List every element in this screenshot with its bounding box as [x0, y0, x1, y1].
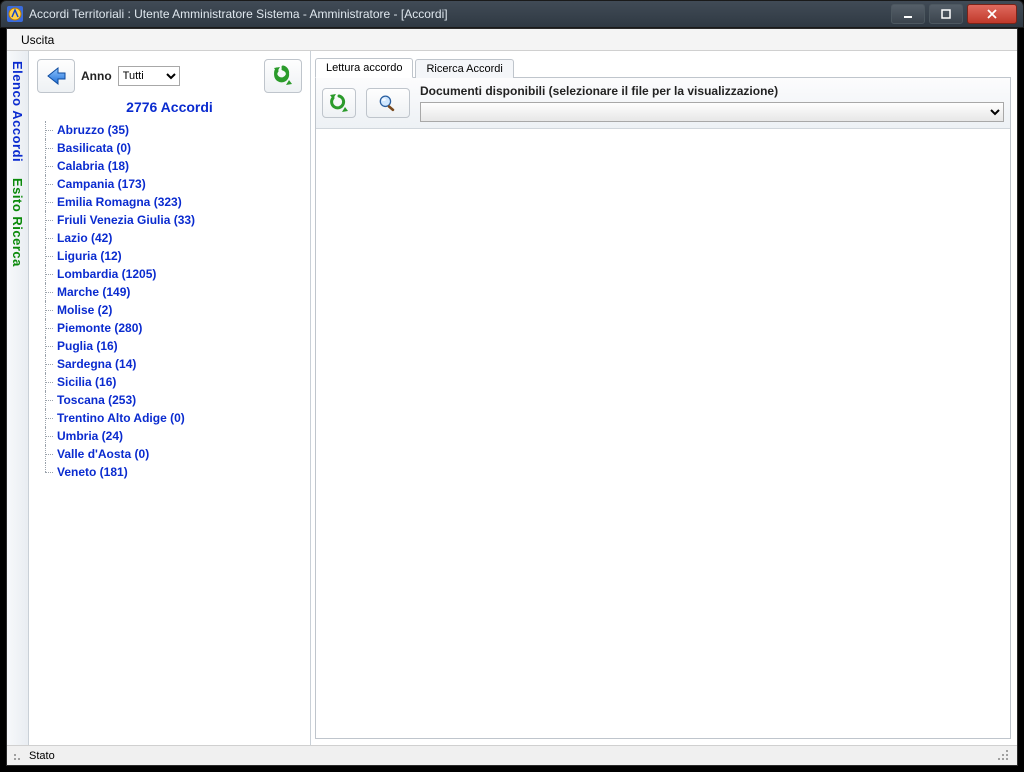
tab-elenco-accordi[interactable]: Elenco Accordi — [8, 57, 27, 166]
region-link[interactable]: Valle d'Aosta (0) — [57, 447, 149, 461]
vertical-tabstrip: Elenco Accordi Esito Ricerca — [7, 51, 29, 745]
region-row: Campania (173) — [37, 175, 306, 193]
left-pane: Anno Tutti 2776 Accordi Abruzzo (35) Basi… — [29, 51, 311, 745]
region-link[interactable]: Sardegna (14) — [57, 357, 136, 371]
tree-connector-icon — [37, 373, 57, 391]
region-row: Piemonte (280) — [37, 319, 306, 337]
tree-connector-icon — [37, 175, 57, 193]
tab-page: Documenti disponibili (selezionare il fi… — [315, 77, 1011, 739]
region-row: Trentino Alto Adige (0) — [37, 409, 306, 427]
region-link[interactable]: Lazio (42) — [57, 231, 112, 245]
refresh-button[interactable] — [264, 59, 302, 93]
region-link[interactable]: Toscana (253) — [57, 393, 136, 407]
tree-connector-icon — [37, 301, 57, 319]
year-label: Anno — [81, 69, 112, 83]
region-link[interactable]: Basilicata (0) — [57, 141, 131, 155]
resize-grip-icon[interactable] — [997, 749, 1011, 763]
year-select[interactable]: Tutti — [118, 66, 180, 86]
tree-connector-icon — [37, 193, 57, 211]
region-link[interactable]: Veneto (181) — [57, 465, 128, 479]
region-row: Lazio (42) — [37, 229, 306, 247]
region-link[interactable]: Piemonte (280) — [57, 321, 142, 335]
region-row: Basilicata (0) — [37, 139, 306, 157]
region-link[interactable]: Lombardia (1205) — [57, 267, 156, 281]
tree-connector-icon — [37, 355, 57, 373]
status-text: Stato — [29, 750, 55, 762]
tree-connector-icon — [37, 139, 57, 157]
tree-connector-icon — [37, 229, 57, 247]
region-link[interactable]: Campania (173) — [57, 177, 146, 191]
tree-connector-icon — [37, 265, 57, 283]
tab-lettura-accordo[interactable]: Lettura accordo — [315, 58, 413, 78]
close-button[interactable] — [967, 4, 1017, 24]
window-title: Accordi Territoriali : Utente Amministra… — [29, 7, 887, 21]
region-row: Veneto (181) — [37, 463, 306, 481]
grip-left-icon — [13, 751, 23, 761]
region-row: Calabria (18) — [37, 157, 306, 175]
region-link[interactable]: Puglia (16) — [57, 339, 118, 353]
menu-exit[interactable]: Uscita — [13, 31, 62, 49]
tree-connector-icon — [37, 463, 57, 481]
tree-connector-icon — [37, 409, 57, 427]
right-pane: Lettura accordo Ricerca Accordi Document… — [311, 51, 1017, 745]
tree-connector-icon — [37, 121, 57, 139]
region-row: Molise (2) — [37, 301, 306, 319]
region-link[interactable]: Sicilia (16) — [57, 375, 116, 389]
zoom-button[interactable] — [366, 88, 410, 118]
region-link[interactable]: Abruzzo (35) — [57, 123, 129, 137]
tabstrip: Lettura accordo Ricerca Accordi — [315, 55, 1011, 77]
region-row: Valle d'Aosta (0) — [37, 445, 306, 463]
tree-connector-icon — [37, 283, 57, 301]
tab-ricerca-accordi[interactable]: Ricerca Accordi — [415, 59, 513, 78]
region-link[interactable]: Friuli Venezia Giulia (33) — [57, 213, 195, 227]
maximize-button[interactable] — [929, 4, 963, 24]
tree-connector-icon — [37, 445, 57, 463]
document-select[interactable] — [420, 102, 1004, 122]
region-row: Umbria (24) — [37, 427, 306, 445]
region-link[interactable]: Liguria (12) — [57, 249, 122, 263]
app-icon — [7, 6, 23, 22]
region-row: Lombardia (1205) — [37, 265, 306, 283]
titlebar: Accordi Territoriali : Utente Amministra… — [0, 0, 1024, 28]
region-row: Sardegna (14) — [37, 355, 306, 373]
tree-connector-icon — [37, 391, 57, 409]
menubar: Uscita — [7, 29, 1017, 51]
region-row: Liguria (12) — [37, 247, 306, 265]
documents-header: Documenti disponibili (selezionare il fi… — [420, 84, 1004, 98]
region-row: Friuli Venezia Giulia (33) — [37, 211, 306, 229]
statusbar: Stato — [7, 745, 1017, 765]
region-row: Sicilia (16) — [37, 373, 306, 391]
region-link[interactable]: Trentino Alto Adige (0) — [57, 411, 185, 425]
region-row: Puglia (16) — [37, 337, 306, 355]
region-link[interactable]: Emilia Romagna (323) — [57, 195, 182, 209]
tree-connector-icon — [37, 247, 57, 265]
region-link[interactable]: Marche (149) — [57, 285, 130, 299]
tab-esito-ricerca[interactable]: Esito Ricerca — [8, 174, 27, 271]
tree-connector-icon — [37, 319, 57, 337]
tree-connector-icon — [37, 337, 57, 355]
back-button[interactable] — [37, 59, 75, 93]
minimize-button[interactable] — [891, 4, 925, 24]
region-row: Marche (149) — [37, 283, 306, 301]
tree-connector-icon — [37, 157, 57, 175]
doc-refresh-button[interactable] — [322, 88, 356, 118]
tree-connector-icon — [37, 211, 57, 229]
region-link[interactable]: Calabria (18) — [57, 159, 129, 173]
region-link[interactable]: Molise (2) — [57, 303, 112, 317]
accordi-count: 2776 Accordi — [33, 95, 306, 121]
region-row: Abruzzo (35) — [37, 121, 306, 139]
region-tree: Abruzzo (35) Basilicata (0) Calabria (18) C… — [33, 121, 306, 741]
region-link[interactable]: Umbria (24) — [57, 429, 123, 443]
region-row: Toscana (253) — [37, 391, 306, 409]
region-row: Emilia Romagna (323) — [37, 193, 306, 211]
tree-connector-icon — [37, 427, 57, 445]
